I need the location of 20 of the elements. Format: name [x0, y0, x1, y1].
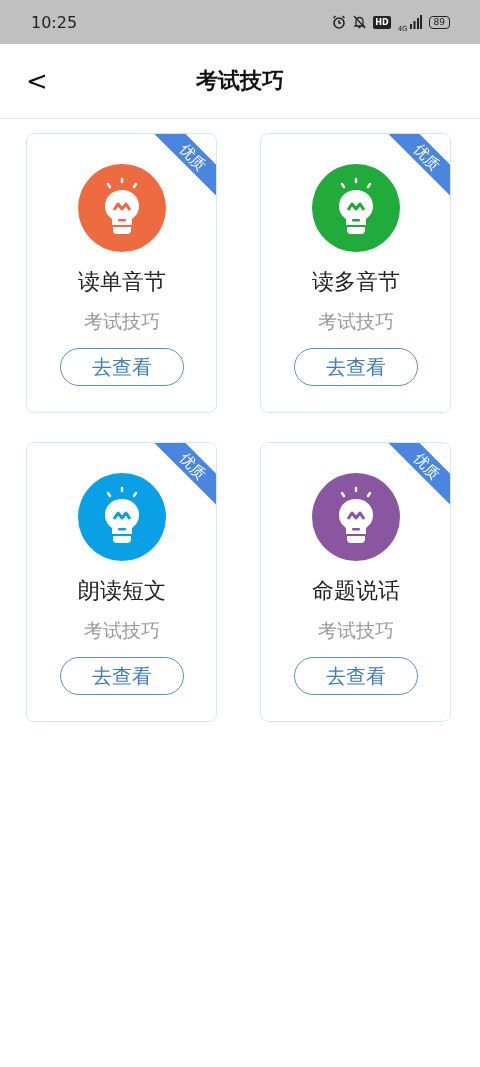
card-subtitle: 考试技巧 — [317, 309, 394, 334]
view-button[interactable]: 去查看 — [293, 657, 418, 695]
back-button[interactable]: < — [22, 64, 52, 98]
card-subtitle: 考试技巧 — [317, 618, 394, 643]
card-subtitle: 考试技巧 — [83, 309, 160, 334]
status-time: 10:25 — [31, 12, 78, 32]
alarm-icon — [332, 15, 347, 29]
hd-icon: HD — [373, 15, 391, 29]
signal-icon — [409, 15, 422, 29]
mute-bell-icon — [353, 15, 367, 29]
card-title: 读单音节 — [77, 268, 166, 296]
view-button[interactable]: 去查看 — [59, 657, 184, 695]
card-title: 读多音节 — [311, 268, 400, 296]
card-title: 命题说话 — [311, 577, 400, 605]
card-subtitle: 考试技巧 — [83, 618, 160, 643]
battery-icon: 89 — [428, 15, 450, 29]
view-button[interactable]: 去查看 — [59, 348, 184, 386]
view-button[interactable]: 去查看 — [293, 348, 418, 386]
card-title: 朗读短文 — [77, 577, 166, 605]
page-title: 考试技巧 — [196, 67, 284, 95]
